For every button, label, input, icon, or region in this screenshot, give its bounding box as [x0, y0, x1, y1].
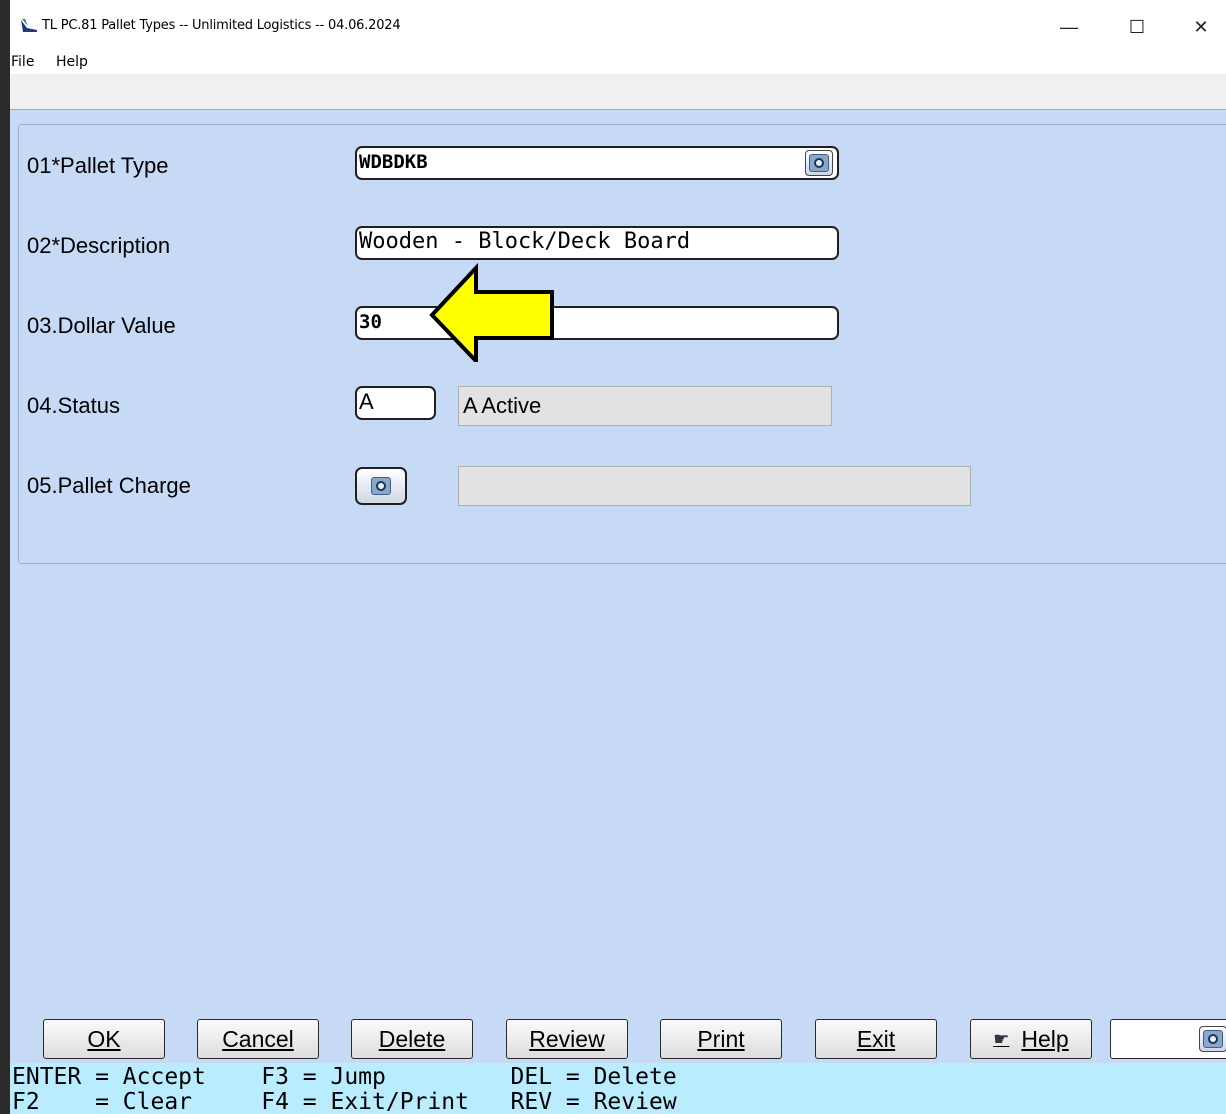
- toolbar: [10, 74, 1226, 110]
- pallet-type-value: WDBDKB: [359, 151, 428, 173]
- title-bar: TL PC.81 Pallet Types -- Unlimited Logis…: [10, 0, 1226, 52]
- button-row: OK Cancel Delete Review Print Exit ☛ Hel…: [10, 1016, 1226, 1062]
- pallet-type-input[interactable]: WDBDKB: [355, 146, 839, 180]
- app-logo-icon: [21, 19, 37, 32]
- search-field[interactable]: [1110, 1019, 1226, 1059]
- cancel-button[interactable]: Cancel: [197, 1019, 319, 1059]
- close-button[interactable]: ✕: [1178, 10, 1224, 44]
- menu-help[interactable]: Help: [56, 54, 88, 70]
- description-label: 02*Description: [27, 233, 171, 258]
- review-button[interactable]: Review: [506, 1019, 628, 1059]
- search-icon: [1203, 1030, 1223, 1048]
- help-hand-icon: ☛: [993, 1028, 1010, 1049]
- status-label: 04.Status: [27, 393, 120, 418]
- pallet-type-label: 01*Pallet Type: [27, 153, 169, 178]
- pallet-charge-label: 05.Pallet Charge: [27, 473, 191, 498]
- pallet-charge-description: [458, 466, 971, 506]
- minimize-button[interactable]: —: [1046, 10, 1092, 44]
- description-value: Wooden - Block/Deck Board: [359, 229, 691, 254]
- key-help-line-1: ENTER = Accept F3 = Jump DEL = Delete: [12, 1064, 677, 1090]
- search-field-lookup-button[interactable]: [1199, 1026, 1226, 1052]
- key-help-line-2: F2 = Clear F4 = Exit/Print REV = Review: [12, 1089, 677, 1114]
- window-title: TL PC.81 Pallet Types -- Unlimited Logis…: [42, 18, 401, 33]
- description-input[interactable]: Wooden - Block/Deck Board: [355, 226, 839, 260]
- maximize-button[interactable]: ☐: [1114, 10, 1160, 44]
- pallet-charge-lookup-button[interactable]: [355, 467, 407, 505]
- menu-bar: File Help: [10, 52, 1226, 74]
- status-description: A Active: [458, 386, 832, 426]
- delete-button[interactable]: Delete: [351, 1019, 473, 1059]
- pallet-type-lookup-button[interactable]: [805, 150, 833, 176]
- ok-button[interactable]: OK: [43, 1019, 165, 1059]
- app-window: TL PC.81 Pallet Types -- Unlimited Logis…: [10, 0, 1226, 1114]
- help-button[interactable]: ☛ Help: [970, 1019, 1092, 1059]
- dollar-value-label: 03.Dollar Value: [27, 313, 176, 338]
- dollar-value-value: 30: [359, 311, 382, 333]
- highlight-arrow-icon: [429, 262, 554, 362]
- search-icon: [371, 477, 391, 495]
- menu-file[interactable]: File: [11, 54, 34, 70]
- status-value: A: [359, 389, 374, 414]
- function-key-help: ENTER = Accept F3 = Jump DEL = Delete F2…: [10, 1063, 1226, 1114]
- help-button-label: Help: [1021, 1025, 1069, 1052]
- print-button[interactable]: Print: [660, 1019, 782, 1059]
- exit-button[interactable]: Exit: [815, 1019, 937, 1059]
- search-icon: [809, 154, 829, 172]
- status-input[interactable]: A: [355, 386, 436, 420]
